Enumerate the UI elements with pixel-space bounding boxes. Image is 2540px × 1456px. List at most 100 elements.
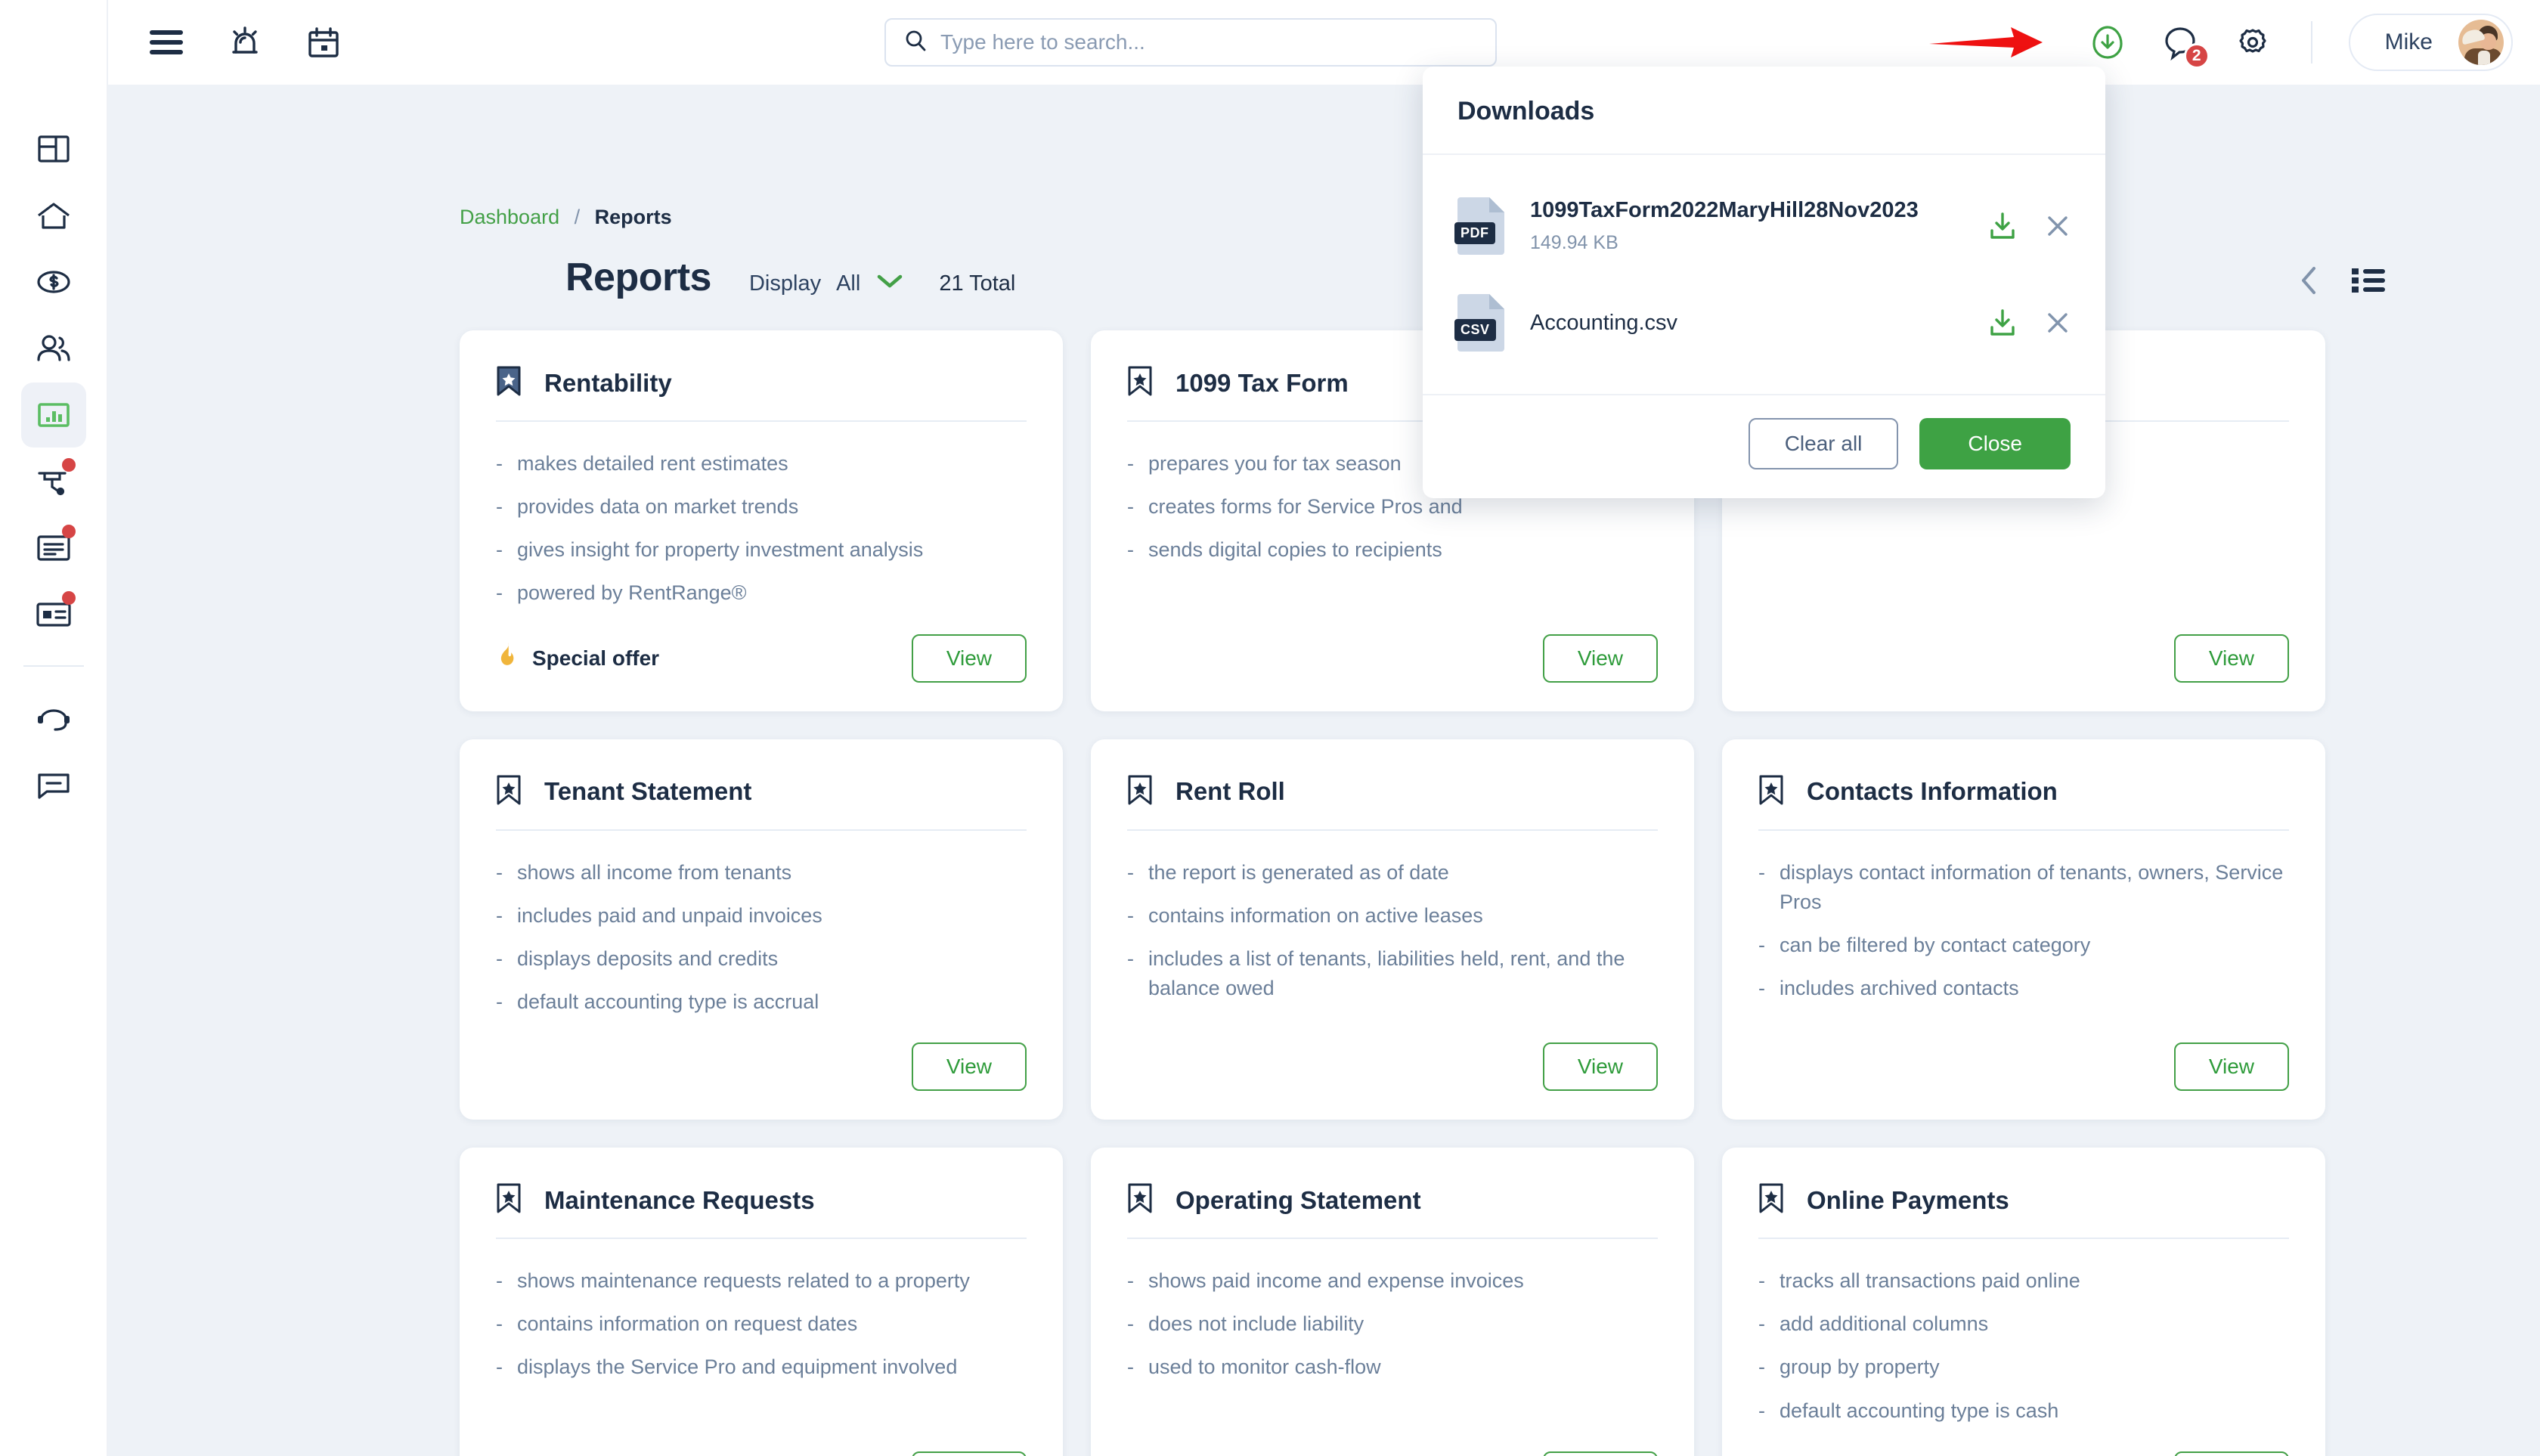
- download-file-icon[interactable]: [1987, 211, 2018, 241]
- bullet-dash: -: [1127, 860, 1134, 884]
- sidebar-item-accounting[interactable]: [21, 249, 86, 314]
- bookmark-star-icon[interactable]: [1127, 1182, 1153, 1218]
- bullet-text: provides data on market trends: [517, 495, 799, 519]
- breadcrumb-current: Reports: [594, 206, 672, 228]
- bullet-text: default accounting type is cash: [1780, 1399, 2059, 1422]
- bullet-dash: -: [496, 581, 503, 605]
- sidebar-item-support[interactable]: [21, 686, 86, 751]
- sidebar-item-listings[interactable]: [21, 582, 86, 647]
- view-button[interactable]: View: [2173, 634, 2289, 683]
- chevron-left-icon[interactable]: [2300, 266, 2317, 295]
- downloads-panel-header: Downloads: [1423, 67, 2105, 155]
- bullet-dash: -: [496, 1355, 503, 1379]
- bullet-text: creates forms for Service Pros and: [1148, 495, 1463, 519]
- user-menu[interactable]: Mike: [2348, 14, 2513, 71]
- sidebar-item-maintenance[interactable]: [21, 449, 86, 514]
- topbar-divider: [2310, 21, 2312, 64]
- report-card[interactable]: Contacts Information - displays contact in…: [1722, 739, 2325, 1120]
- report-card[interactable]: Operating Statement - shows paid income an…: [1091, 1148, 1694, 1456]
- card-bullet: - default accounting type is accrual: [496, 987, 1027, 1017]
- bullet-text: shows all income from tenants: [517, 860, 792, 884]
- sidebar-item-properties[interactable]: [21, 183, 86, 248]
- sidebar-item-feedback[interactable]: [21, 753, 86, 818]
- bullet-text: displays contact information of tenants,…: [1780, 860, 2284, 913]
- card-bullet: - shows maintenance requests related to a…: [496, 1266, 1027, 1296]
- bookmark-star-icon[interactable]: [496, 1182, 522, 1218]
- downloads-panel-title: Downloads: [1457, 97, 1595, 125]
- card-header: Rent Roll: [1127, 774, 1658, 829]
- view-button[interactable]: View: [2173, 1451, 2289, 1456]
- downloads-panel-footer: Clear all Close: [1423, 394, 2105, 498]
- card-title: 1099 Tax Form: [1176, 368, 1349, 397]
- card-footer: View: [1758, 634, 2289, 683]
- download-file-icon[interactable]: [1987, 308, 2018, 338]
- view-button[interactable]: View: [1542, 1451, 1658, 1456]
- view-button[interactable]: View: [911, 634, 1027, 683]
- card-bullet: - shows paid income and expense invoices: [1127, 1266, 1658, 1296]
- view-button[interactable]: View: [1542, 634, 1658, 683]
- sidebar: [0, 85, 108, 1456]
- bullet-text: does not include liability: [1148, 1312, 1364, 1336]
- search-icon: [904, 29, 927, 56]
- gear-icon[interactable]: [2231, 20, 2275, 64]
- bookmark-star-icon[interactable]: [1758, 774, 1784, 810]
- download-file-name: Accounting.csv: [1530, 310, 1678, 335]
- card-divider: [496, 1238, 1027, 1240]
- chevron-down-icon[interactable]: [877, 274, 903, 293]
- file-type-icon: PDF: [1454, 197, 1504, 255]
- bullet-dash: -: [496, 946, 503, 970]
- sidebar-divider: [23, 665, 84, 667]
- report-card[interactable]: Maintenance Requests - shows maintenance r…: [460, 1148, 1063, 1456]
- card-bullet: - sends digital copies to recipients: [1127, 535, 1658, 565]
- view-button[interactable]: View: [911, 1042, 1027, 1092]
- bookmark-star-icon[interactable]: [496, 774, 522, 810]
- view-button[interactable]: View: [2173, 1042, 2289, 1092]
- calendar-icon[interactable]: [303, 22, 344, 63]
- bookmark-star-icon[interactable]: [1127, 774, 1153, 810]
- bookmark-star-icon[interactable]: [496, 365, 522, 401]
- sidebar-item-reports[interactable]: [20, 383, 86, 448]
- breadcrumb-dashboard[interactable]: Dashboard: [460, 206, 559, 228]
- clear-all-button[interactable]: Clear all: [1748, 418, 1899, 469]
- bullet-text: group by property: [1780, 1355, 1940, 1379]
- view-button[interactable]: View: [911, 1451, 1027, 1456]
- close-button[interactable]: Close: [1919, 418, 2071, 469]
- card-header: Operating Statement: [1127, 1182, 1658, 1238]
- display-filter-value[interactable]: All: [836, 271, 860, 296]
- card-divider: [496, 829, 1027, 831]
- sidebar-item-dashboard[interactable]: [21, 116, 86, 181]
- search-input[interactable]: [940, 30, 1477, 54]
- hamburger-menu-icon[interactable]: [146, 22, 187, 63]
- report-card[interactable]: Online Payments - tracks all transactions …: [1722, 1148, 2325, 1456]
- downloads-panel: Downloads PDF 1099TaxForm2022MaryHill28No…: [1423, 67, 2105, 498]
- bullet-dash: -: [1758, 976, 1765, 999]
- downloads-file-list: PDF 1099TaxForm2022MaryHill28Nov2023 149.9…: [1423, 155, 2105, 394]
- bullet-dash: -: [1758, 933, 1765, 956]
- messages-badge: 2: [2183, 43, 2210, 69]
- bookmark-star-icon[interactable]: [1758, 1182, 1784, 1218]
- bookmark-star-icon[interactable]: [1127, 365, 1153, 401]
- card-divider: [1758, 1238, 2289, 1240]
- bullet-dash: -: [1127, 1269, 1134, 1293]
- view-button[interactable]: View: [1542, 1042, 1658, 1092]
- alarm-icon[interactable]: [225, 22, 265, 63]
- bullet-dash: -: [496, 1312, 503, 1336]
- annotation-arrow-icon: [1929, 27, 2043, 57]
- search-box[interactable]: [884, 18, 1497, 67]
- card-footer: View: [1127, 1451, 1658, 1456]
- list-view-icon[interactable]: [2352, 267, 2385, 294]
- remove-download-icon[interactable]: [2045, 310, 2071, 336]
- card-bullet: - includes paid and unpaid invoices: [496, 901, 1027, 931]
- file-type-icon: CSV: [1454, 294, 1504, 352]
- sidebar-item-people[interactable]: [21, 316, 86, 381]
- report-card[interactable]: Rentability - makes detailed rent estimate…: [460, 330, 1063, 711]
- messages-icon[interactable]: 2: [2158, 20, 2210, 69]
- downloads-icon[interactable]: [2086, 20, 2130, 64]
- remove-download-icon[interactable]: [2045, 213, 2071, 239]
- display-filter-label: Display: [748, 271, 822, 296]
- sidebar-item-documents[interactable]: [21, 516, 86, 581]
- report-card[interactable]: Tenant Statement - shows all income from t…: [460, 739, 1063, 1120]
- report-card[interactable]: Rent Roll - the report is generated as of …: [1091, 739, 1694, 1120]
- card-title: Operating Statement: [1176, 1185, 1421, 1214]
- card-bullet: - powered by RentRange®: [496, 578, 1027, 608]
